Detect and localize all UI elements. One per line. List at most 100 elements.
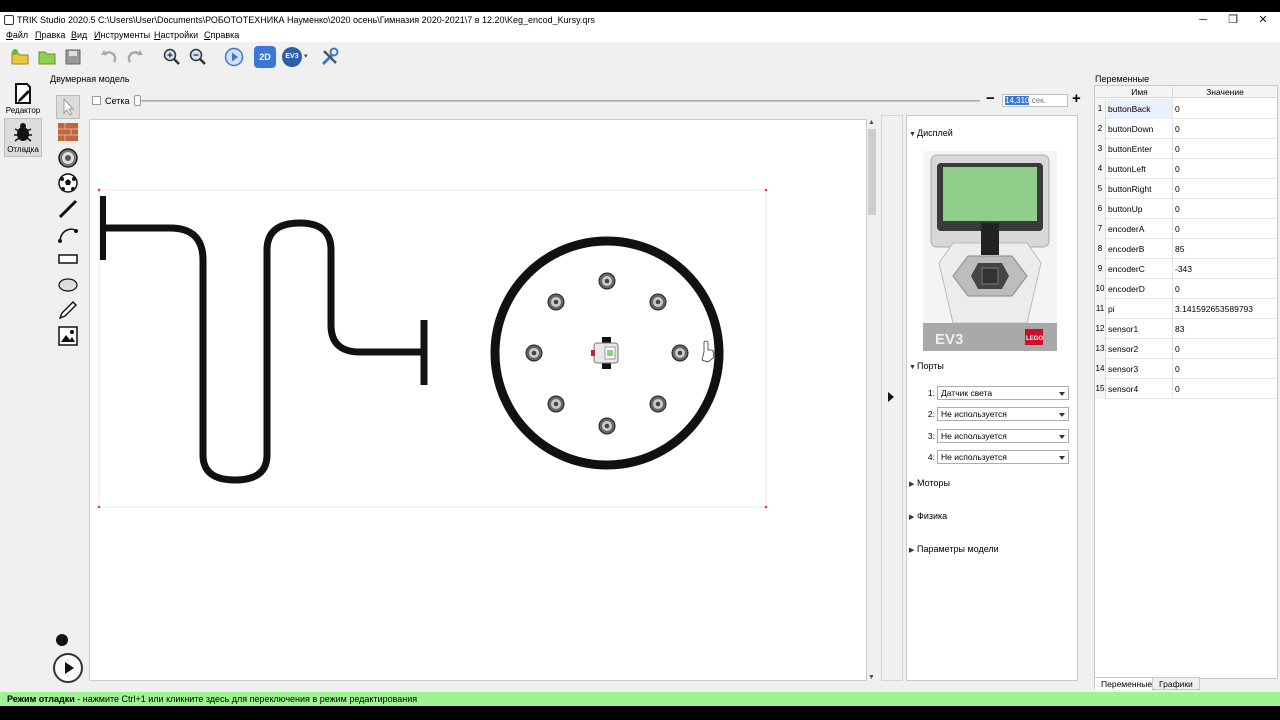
variable-value[interactable]: -343 [1175,259,1192,279]
reset-button[interactable] [56,634,68,646]
scroll-down-icon[interactable]: ▼ [868,674,875,681]
mode-2d-button[interactable]: 2D [254,46,276,68]
variable-name[interactable]: encoderA [1107,219,1173,239]
mode-debug[interactable]: Отладка [4,118,42,157]
close-button[interactable]: ✕ [1248,13,1278,28]
section-motors[interactable]: ▶ Моторы [909,478,950,488]
pencil-tool[interactable] [56,298,80,322]
rectangle-tool[interactable] [56,247,80,271]
time-field[interactable]: 14,310 сек. [1002,94,1068,107]
menu-settings[interactable]: Настройки [154,30,198,40]
section-display[interactable]: ▼Дисплей [909,128,953,138]
zoom-out-icon[interactable] [188,47,208,67]
table-row[interactable]: 1 buttonBack 0 [1095,99,1277,119]
table-row[interactable]: 15 sensor4 0 [1095,379,1277,399]
tools-icon[interactable] [320,47,340,67]
variable-value[interactable]: 0 [1175,119,1180,139]
variable-value[interactable]: 0 [1175,279,1180,299]
zoom-in-icon[interactable] [162,47,182,67]
table-row[interactable]: 10 encoderD 0 [1095,279,1277,299]
table-row[interactable]: 5 buttonRight 0 [1095,179,1277,199]
table-row[interactable]: 8 encoderB 85 [1095,239,1277,259]
zoom-plus-button[interactable]: + [1072,91,1081,106]
pointer-tool[interactable] [56,95,80,119]
run-icon[interactable] [224,47,244,67]
save-icon[interactable] [63,47,83,67]
ball-tool[interactable] [56,171,80,195]
line-tool[interactable] [56,197,80,221]
variable-value[interactable]: 0 [1175,199,1180,219]
variable-name[interactable]: sensor2 [1107,339,1173,359]
open-project-icon[interactable] [37,47,57,67]
table-row[interactable]: 11 pi 3.141592653589793 [1095,299,1277,319]
robot[interactable] [591,337,619,369]
variable-name[interactable]: sensor1 [1107,319,1173,339]
slider-handle[interactable] [134,95,141,106]
status-bar[interactable]: Режим отладки - нажмите Ctrl+1 или кликн… [0,692,1280,706]
port-2-select[interactable]: Не используется [937,407,1069,421]
port-3-select[interactable]: Не используется [937,429,1069,443]
new-project-icon[interactable] [10,47,30,67]
section-model-params[interactable]: ▶ Параметры модели [909,544,999,554]
variable-name[interactable]: encoderD [1107,279,1173,299]
port-1-select[interactable]: Датчик света [937,386,1069,400]
variable-value[interactable]: 0 [1175,379,1180,399]
table-row[interactable]: 4 buttonLeft 0 [1095,159,1277,179]
redo-icon[interactable] [125,47,145,67]
tab-graphs[interactable]: Графики [1152,677,1200,690]
variable-name[interactable]: buttonEnter [1107,139,1173,159]
variable-name[interactable]: buttonBack [1107,99,1173,119]
variable-name[interactable]: sensor4 [1107,379,1173,399]
variable-name[interactable]: buttonDown [1107,119,1173,139]
variable-name[interactable]: buttonRight [1107,179,1173,199]
variable-name[interactable]: encoderC [1107,259,1173,279]
properties-toggle[interactable] [881,115,903,681]
maximize-button[interactable]: ❐ [1218,13,1248,28]
table-row[interactable]: 6 buttonUp 0 [1095,199,1277,219]
variable-value[interactable]: 0 [1175,139,1180,159]
image-tool[interactable] [56,324,80,348]
table-row[interactable]: 3 buttonEnter 0 [1095,139,1277,159]
variable-name[interactable]: encoderB [1107,239,1173,259]
table-row[interactable]: 14 sensor3 0 [1095,359,1277,379]
variable-name[interactable]: pi [1107,299,1173,319]
table-row[interactable]: 9 encoderC -343 [1095,259,1277,279]
variable-value[interactable]: 0 [1175,179,1180,199]
tab-variables[interactable]: Переменные [1094,677,1160,690]
scene-canvas[interactable] [89,119,867,681]
col-value-header[interactable]: Значение [1173,87,1277,97]
vertical-scrollbar[interactable]: ▲ ▼ [867,119,877,681]
variable-value[interactable]: 0 [1175,99,1180,119]
menu-help[interactable]: Справка [204,30,239,40]
variable-name[interactable]: sensor3 [1107,359,1173,379]
bezier-tool[interactable] [56,222,80,246]
variable-value[interactable]: 3.141592653589793 [1175,299,1253,319]
variable-value[interactable]: 0 [1175,159,1180,179]
undo-icon[interactable] [99,47,119,67]
section-ports[interactable]: ▼Порты [909,361,944,371]
variable-name[interactable]: buttonLeft [1107,159,1173,179]
skittle-tool[interactable] [56,146,80,170]
mode-editor[interactable]: Редактор [4,80,42,115]
table-row[interactable]: 13 sensor2 0 [1095,339,1277,359]
scroll-up-icon[interactable]: ▲ [868,119,875,126]
variable-value[interactable]: 0 [1175,219,1180,239]
variable-value[interactable]: 0 [1175,339,1180,359]
table-row[interactable]: 2 buttonDown 0 [1095,119,1277,139]
variable-value[interactable]: 85 [1175,239,1184,259]
variable-value[interactable]: 0 [1175,359,1180,379]
menu-tools[interactable]: Инструменты [94,30,150,40]
mode-ev3-button[interactable]: EV3 [282,47,302,67]
wall-tool[interactable] [56,120,80,144]
scroll-thumb[interactable] [868,129,876,215]
table-row[interactable]: 7 encoderA 0 [1095,219,1277,239]
grid-checkbox[interactable] [92,96,101,105]
zoom-minus-button[interactable]: − [986,91,995,106]
variable-value[interactable]: 83 [1175,319,1184,339]
ellipse-tool[interactable] [56,273,80,297]
table-row[interactable]: 12 sensor1 83 [1095,319,1277,339]
section-physics[interactable]: ▶ Физика [909,511,947,521]
menu-file[interactable]: Файл [6,30,28,40]
menu-edit[interactable]: Правка [35,30,65,40]
menu-view[interactable]: Вид [71,30,87,40]
